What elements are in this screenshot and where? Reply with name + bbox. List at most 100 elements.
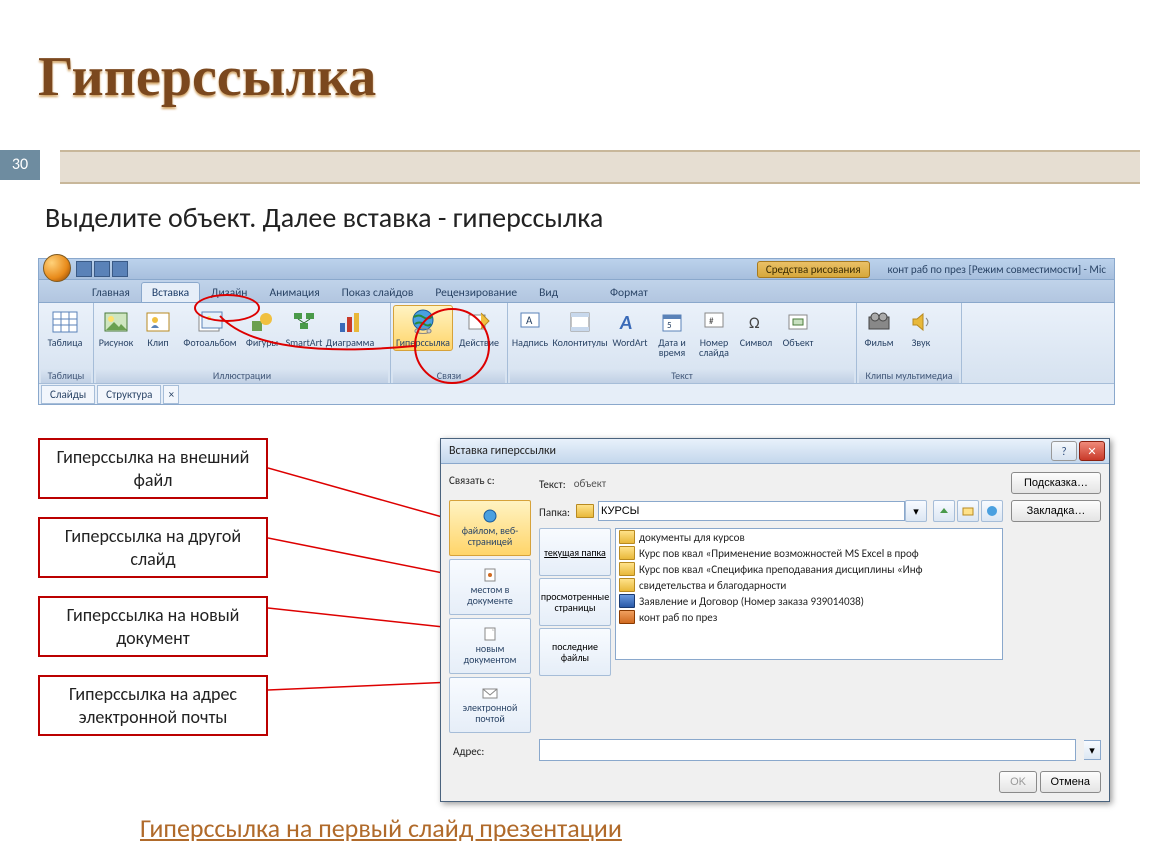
- pane-close-icon[interactable]: ×: [163, 385, 179, 404]
- smartart-button[interactable]: SmartArt: [284, 305, 324, 351]
- office-button[interactable]: [43, 254, 71, 282]
- bottom-hyperlink[interactable]: Гиперссылка на первый слайд презентации: [140, 812, 622, 844]
- tab-home[interactable]: Главная: [81, 282, 141, 302]
- picture-button[interactable]: Рисунок: [96, 305, 136, 351]
- header-icon: [566, 308, 594, 336]
- browse-web-icon[interactable]: [981, 500, 1003, 522]
- address-dropdown-icon[interactable]: ▾: [1084, 740, 1101, 760]
- window-title: конт раб по през [Режим совместимости] -…: [888, 263, 1106, 276]
- action-icon: [465, 308, 493, 336]
- action-button[interactable]: Действие: [455, 305, 503, 351]
- chart-button[interactable]: Диаграмма: [326, 305, 374, 351]
- linktype-file-web[interactable]: файлом, веб-страницей: [449, 500, 531, 556]
- hyperlink-button[interactable]: Гиперссылка: [393, 305, 453, 351]
- browse-current-folder[interactable]: текущая папка: [539, 528, 611, 576]
- insert-hyperlink-dialog: Вставка гиперссылки ? ✕ Связать с: Текст…: [440, 438, 1110, 802]
- clip-icon: [144, 308, 172, 336]
- tab-design[interactable]: Дизайн: [200, 282, 258, 302]
- file-list[interactable]: документы для курсов Курс пов квал «Прим…: [615, 528, 1003, 660]
- folder-dropdown-icon[interactable]: ▾: [905, 500, 927, 522]
- word-file-icon: [619, 594, 635, 608]
- folder-icon: [619, 562, 635, 576]
- group-illustrations-label: Иллюстрации: [96, 369, 388, 383]
- tab-view[interactable]: Вид: [528, 282, 569, 302]
- ok-button[interactable]: OK: [999, 771, 1037, 793]
- instruction-text: Выделите объект. Далее вставка - гиперсс…: [45, 200, 603, 235]
- svg-text:#: #: [709, 316, 714, 327]
- object-button[interactable]: Объект: [778, 305, 818, 351]
- pane-tab-slides[interactable]: Слайды: [41, 385, 95, 404]
- document-target-icon: [482, 568, 498, 582]
- table-icon: [51, 308, 79, 336]
- annotation-label-list: Гиперссылка на внешний файл Гиперссылка …: [38, 438, 268, 754]
- cancel-button[interactable]: Отмена: [1040, 771, 1101, 793]
- tab-slideshow[interactable]: Показ слайдов: [331, 282, 425, 302]
- list-item: Курс пов квал «Применение возможностей M…: [616, 545, 1002, 561]
- sound-button[interactable]: Звук: [901, 305, 941, 351]
- qat-undo-icon[interactable]: [94, 261, 110, 277]
- header-footer-button[interactable]: Колонтитулы: [552, 305, 608, 351]
- address-label: Адрес:: [453, 743, 531, 758]
- globe-icon: [409, 308, 437, 336]
- slide-number-button[interactable]: #Номер слайда: [694, 305, 734, 361]
- qat-save-icon[interactable]: [76, 261, 92, 277]
- textbox-button[interactable]: AНадпись: [510, 305, 550, 351]
- tab-format[interactable]: Формат: [599, 282, 659, 302]
- symbol-icon: Ω: [742, 308, 770, 336]
- linktype-place-in-doc[interactable]: местом в документе: [449, 559, 531, 615]
- sound-icon: [907, 308, 935, 336]
- list-item: Курс пов квал «Специфика преподавания ди…: [616, 561, 1002, 577]
- text-label: Текст:: [539, 476, 566, 491]
- annotation-connectors: [268, 460, 468, 760]
- pane-tab-structure[interactable]: Структура: [97, 385, 161, 404]
- folder-icon: [619, 578, 635, 592]
- svg-text:A: A: [619, 311, 632, 333]
- tab-review[interactable]: Рецензирование: [424, 282, 528, 302]
- new-document-icon: [482, 627, 498, 641]
- dialog-close-button[interactable]: ✕: [1079, 441, 1105, 461]
- ppt-file-icon: [619, 610, 635, 624]
- datetime-button[interactable]: 5Дата и время: [652, 305, 692, 361]
- folder-icon: [619, 546, 635, 560]
- photoalbum-icon: [196, 308, 224, 336]
- label-email: Гиперссылка на адрес электронной почты: [38, 675, 268, 736]
- list-item: документы для курсов: [616, 529, 1002, 545]
- tooltip-button[interactable]: Подсказка…: [1011, 472, 1101, 494]
- movie-icon: [865, 308, 893, 336]
- linktype-email[interactable]: электронной почтой: [449, 677, 531, 733]
- object-icon: [784, 308, 812, 336]
- photoalbum-button[interactable]: Фотоальбом: [180, 305, 240, 351]
- envelope-icon: [482, 686, 498, 700]
- group-text-label: Текст: [510, 369, 854, 383]
- contextual-tab-label: Средства рисования: [757, 261, 870, 278]
- clip-button[interactable]: Клип: [138, 305, 178, 351]
- link-with-label: Связать с:: [449, 472, 531, 494]
- bookmark-button[interactable]: Закладка…: [1011, 500, 1101, 522]
- tab-animation[interactable]: Анимация: [258, 282, 330, 302]
- qat-redo-icon[interactable]: [112, 261, 128, 277]
- browse-file-icon[interactable]: [957, 500, 979, 522]
- address-input[interactable]: [539, 739, 1076, 761]
- page-number-badge: 30: [0, 150, 40, 180]
- globe-mini-icon: [482, 509, 498, 523]
- datetime-icon: 5: [658, 308, 686, 336]
- dialog-help-button[interactable]: ?: [1051, 441, 1077, 461]
- text-value: объект: [574, 477, 606, 490]
- browse-viewed-pages[interactable]: просмотренные страницы: [539, 578, 611, 626]
- powerpoint-ribbon: Средства рисования конт раб по през [Реж…: [38, 258, 1115, 405]
- table-button[interactable]: Таблица: [41, 305, 89, 351]
- tab-insert[interactable]: Вставка: [141, 282, 200, 302]
- up-one-level-icon[interactable]: [933, 500, 955, 522]
- browse-recent-files[interactable]: последние файлы: [539, 628, 611, 676]
- linktype-new-document[interactable]: новым документом: [449, 618, 531, 674]
- chart-icon: [336, 308, 364, 336]
- movie-button[interactable]: Фильм: [859, 305, 899, 351]
- symbol-button[interactable]: ΩСимвол: [736, 305, 776, 351]
- folder-combo[interactable]: [598, 501, 905, 521]
- list-item: конт раб по през: [616, 609, 1002, 625]
- wordart-icon: A: [616, 308, 644, 336]
- shapes-button[interactable]: Фигуры: [242, 305, 282, 351]
- shapes-icon: [248, 308, 276, 336]
- wordart-button[interactable]: AWordArt: [610, 305, 650, 351]
- svg-text:5: 5: [667, 320, 672, 331]
